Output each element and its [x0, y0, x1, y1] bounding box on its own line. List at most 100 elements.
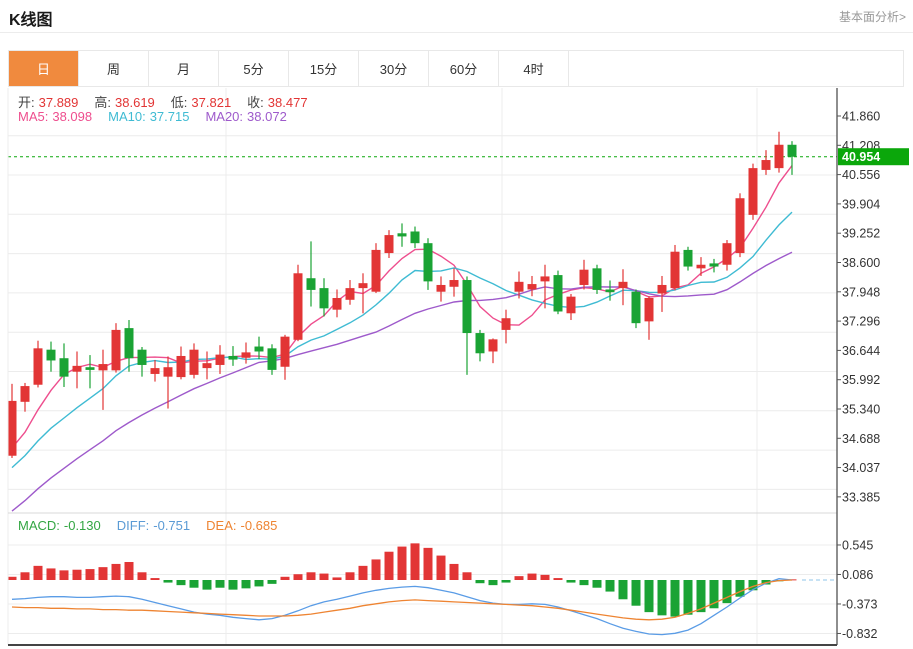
- macd-bar[interactable]: [47, 568, 56, 580]
- macd-bar[interactable]: [359, 566, 368, 580]
- candle-body[interactable]: [515, 282, 524, 292]
- macd-bar[interactable]: [216, 580, 225, 588]
- macd-bar[interactable]: [125, 562, 134, 580]
- candle-body[interactable]: [242, 352, 251, 357]
- macd-bar[interactable]: [398, 547, 407, 580]
- candle-body[interactable]: [580, 270, 589, 285]
- candle-body[interactable]: [346, 288, 355, 300]
- macd-bar[interactable]: [645, 580, 654, 612]
- candle-body[interactable]: [424, 243, 433, 281]
- macd-bar[interactable]: [489, 580, 498, 585]
- candle-body[interactable]: [411, 231, 420, 243]
- candle-body[interactable]: [619, 282, 628, 288]
- macd-bar[interactable]: [580, 580, 589, 585]
- candle-body[interactable]: [216, 355, 225, 365]
- candle-body[interactable]: [99, 364, 108, 370]
- macd-bar[interactable]: [138, 572, 147, 580]
- candle-body[interactable]: [151, 368, 160, 374]
- macd-bar[interactable]: [255, 580, 264, 586]
- candle-body[interactable]: [567, 297, 576, 314]
- candle-body[interactable]: [307, 278, 316, 290]
- macd-bar[interactable]: [112, 564, 121, 580]
- candle-body[interactable]: [21, 386, 30, 402]
- candle-body[interactable]: [749, 168, 758, 215]
- fundamental-analysis-link[interactable]: 基本面分析>: [839, 8, 906, 25]
- candle-body[interactable]: [112, 330, 121, 370]
- macd-bar[interactable]: [73, 570, 82, 580]
- candle-body[interactable]: [736, 198, 745, 253]
- macd-bar[interactable]: [177, 580, 186, 585]
- macd-bar[interactable]: [437, 556, 446, 580]
- macd-bar[interactable]: [320, 574, 329, 580]
- candle-body[interactable]: [476, 333, 485, 353]
- candle-body[interactable]: [229, 356, 238, 360]
- candle-body[interactable]: [372, 250, 381, 292]
- macd-bar[interactable]: [385, 552, 394, 580]
- candle-body[interactable]: [541, 276, 550, 281]
- interval-tab-1[interactable]: 周: [79, 51, 149, 86]
- candle-body[interactable]: [658, 285, 667, 294]
- candle-body[interactable]: [502, 318, 511, 330]
- macd-bar[interactable]: [515, 576, 524, 580]
- candle-body[interactable]: [34, 348, 43, 384]
- macd-bar[interactable]: [346, 572, 355, 580]
- candle-body[interactable]: [294, 273, 303, 340]
- candle-body[interactable]: [138, 350, 147, 365]
- interval-tab-3[interactable]: 5分: [219, 51, 289, 86]
- candle-body[interactable]: [281, 337, 290, 367]
- macd-bar[interactable]: [606, 580, 615, 592]
- macd-bar[interactable]: [528, 574, 537, 580]
- interval-tab-6[interactable]: 60分: [429, 51, 499, 86]
- macd-bar[interactable]: [671, 580, 680, 617]
- candle-body[interactable]: [528, 284, 537, 289]
- macd-bar[interactable]: [34, 566, 43, 580]
- macd-bar[interactable]: [60, 570, 69, 580]
- macd-bar[interactable]: [684, 580, 693, 615]
- interval-tab-0[interactable]: 日: [9, 51, 79, 86]
- kline-chart[interactable]: 41.86041.20840.55639.90439.25238.60037.9…: [0, 88, 913, 649]
- candle-body[interactable]: [684, 250, 693, 267]
- macd-bar[interactable]: [203, 580, 212, 590]
- candle-body[interactable]: [333, 298, 342, 310]
- candle-body[interactable]: [697, 265, 706, 269]
- macd-bar[interactable]: [86, 569, 95, 580]
- candle-body[interactable]: [671, 252, 680, 288]
- macd-bar[interactable]: [567, 580, 576, 583]
- candle-body[interactable]: [593, 268, 602, 290]
- macd-bar[interactable]: [242, 580, 251, 588]
- macd-bar[interactable]: [463, 572, 472, 580]
- macd-bar[interactable]: [164, 580, 173, 583]
- macd-bar[interactable]: [736, 580, 745, 597]
- macd-bar[interactable]: [229, 580, 238, 590]
- macd-bar[interactable]: [99, 567, 108, 580]
- interval-tab-7[interactable]: 4时: [499, 51, 569, 86]
- macd-bar[interactable]: [502, 580, 511, 583]
- macd-bar[interactable]: [21, 572, 30, 580]
- macd-bar[interactable]: [541, 575, 550, 580]
- candle-body[interactable]: [177, 356, 186, 377]
- candle-body[interactable]: [60, 358, 69, 376]
- candle-body[interactable]: [554, 275, 563, 311]
- macd-bar[interactable]: [476, 580, 485, 583]
- macd-bar[interactable]: [294, 574, 303, 580]
- candle-body[interactable]: [437, 285, 446, 292]
- macd-bar[interactable]: [281, 577, 290, 580]
- interval-tab-4[interactable]: 15分: [289, 51, 359, 86]
- candle-body[interactable]: [125, 328, 134, 358]
- macd-bar[interactable]: [424, 548, 433, 580]
- candle-body[interactable]: [255, 347, 264, 352]
- macd-bar[interactable]: [619, 580, 628, 599]
- macd-bar[interactable]: [658, 580, 667, 615]
- candle-body[interactable]: [710, 263, 719, 266]
- macd-bar[interactable]: [190, 580, 199, 588]
- candle-body[interactable]: [359, 283, 368, 288]
- candle-body[interactable]: [203, 363, 212, 368]
- candle-body[interactable]: [86, 367, 95, 370]
- macd-bar[interactable]: [723, 580, 732, 603]
- macd-bar[interactable]: [411, 543, 420, 580]
- macd-bar[interactable]: [593, 580, 602, 588]
- candle-body[interactable]: [73, 366, 82, 372]
- interval-tab-2[interactable]: 月: [149, 51, 219, 86]
- candle-body[interactable]: [788, 145, 797, 157]
- candle-body[interactable]: [606, 289, 615, 292]
